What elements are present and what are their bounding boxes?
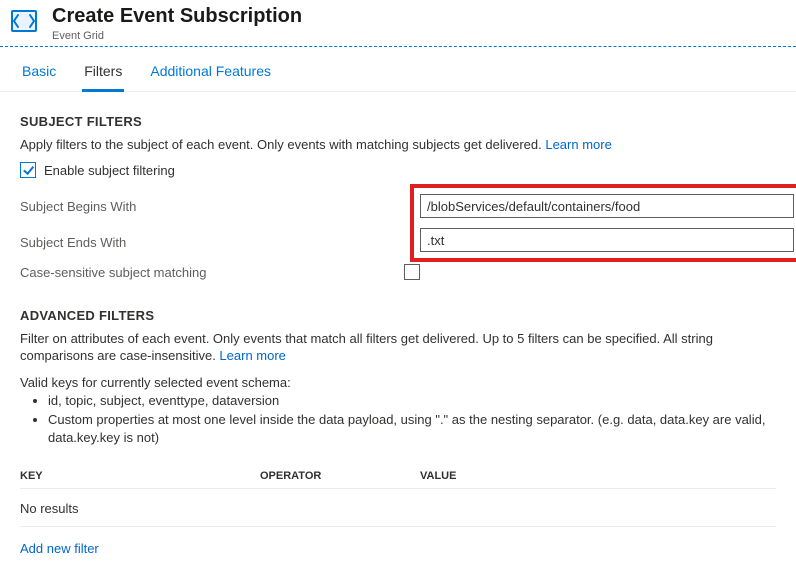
tab-bar: Basic Filters Additional Features [0, 47, 796, 92]
subject-filters-heading: SUBJECT FILTERS [20, 114, 776, 129]
subject-filters-description: Apply filters to the subject of each eve… [20, 137, 776, 152]
tab-additional-features[interactable]: Additional Features [148, 59, 273, 92]
case-sensitive-label: Case-sensitive subject matching [20, 265, 402, 280]
valid-keys-item: Custom properties at most one level insi… [48, 411, 776, 446]
subject-ends-with-label: Subject Ends With [20, 235, 390, 250]
no-results-row: No results [20, 489, 776, 527]
tab-filters[interactable]: Filters [82, 59, 124, 92]
th-value: VALUE [420, 470, 776, 482]
advanced-filters-heading: ADVANCED FILTERS [20, 308, 776, 323]
page-subtitle: Event Grid [52, 30, 302, 42]
page-header: Create Event Subscription Event Grid [0, 0, 796, 44]
subject-ends-with-input[interactable] [420, 228, 794, 252]
valid-keys-list: id, topic, subject, eventtype, dataversi… [48, 392, 776, 447]
enable-subject-filtering-checkbox[interactable] [20, 162, 36, 178]
event-grid-icon [4, 4, 44, 40]
th-operator: OPERATOR [260, 470, 420, 482]
subject-learn-more-link[interactable]: Learn more [545, 137, 611, 152]
enable-subject-filtering-label: Enable subject filtering [44, 163, 175, 178]
th-key: KEY [20, 470, 260, 482]
advanced-learn-more-link[interactable]: Learn more [219, 348, 285, 363]
advanced-filters-description: Filter on attributes of each event. Only… [20, 331, 776, 365]
subject-begins-with-label: Subject Begins With [20, 199, 390, 214]
valid-keys-intro: Valid keys for currently selected event … [20, 375, 776, 390]
subject-inputs-highlight [410, 184, 796, 262]
page-title: Create Event Subscription [52, 4, 302, 28]
case-sensitive-checkbox[interactable] [404, 264, 420, 280]
valid-keys-item: id, topic, subject, eventtype, dataversi… [48, 392, 776, 410]
tab-basic[interactable]: Basic [20, 59, 58, 92]
table-header: KEY OPERATOR VALUE [20, 464, 776, 489]
advanced-filters-table: KEY OPERATOR VALUE No results Add new fi… [20, 464, 776, 560]
subject-begins-with-input[interactable] [420, 194, 794, 218]
add-new-filter-link[interactable]: Add new filter [20, 527, 776, 560]
